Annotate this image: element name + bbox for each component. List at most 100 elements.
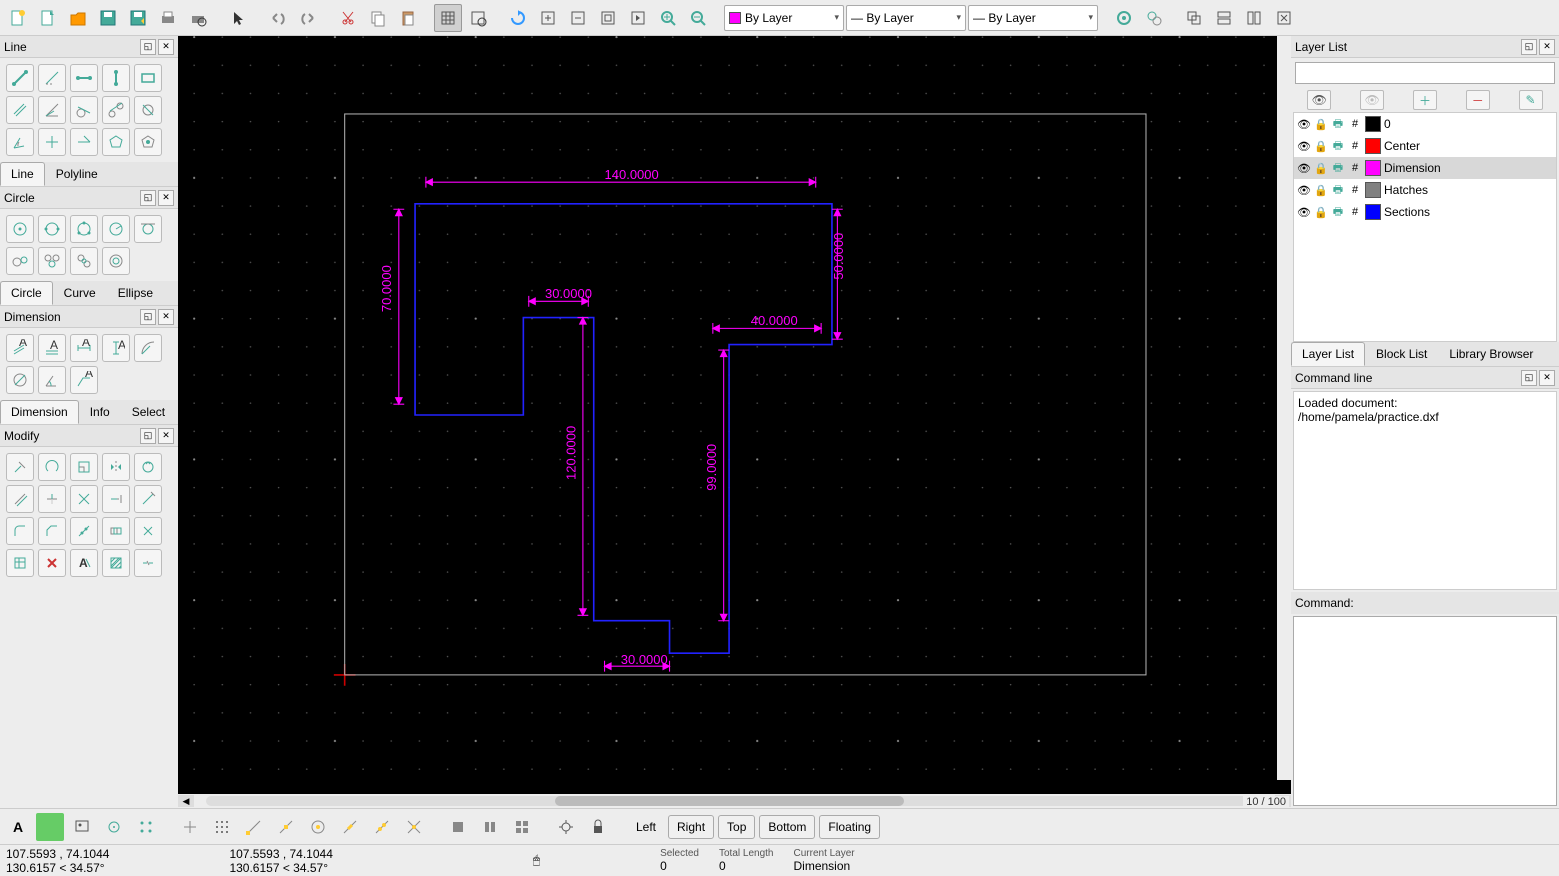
circle-tan2-button[interactable] — [6, 247, 34, 275]
panel-close-button[interactable]: ✕ — [158, 309, 174, 325]
construction-icon[interactable]: # — [1348, 139, 1362, 153]
layer-row-center[interactable]: 👁 🔒 🖶 # Center — [1294, 135, 1556, 157]
panel-close-button[interactable]: ✕ — [158, 190, 174, 206]
line-tangent-button[interactable] — [70, 96, 98, 124]
layer-add-button[interactable]: ＋ — [1413, 90, 1437, 110]
dim-vert-button[interactable]: A — [102, 334, 130, 362]
modify-offset-button[interactable] — [6, 485, 34, 513]
scroll-left-button[interactable]: ◀ — [178, 795, 194, 807]
modify-explode-button[interactable] — [134, 517, 162, 545]
panel-float-button[interactable]: ◱ — [1521, 370, 1537, 386]
construction-icon[interactable]: # — [1348, 183, 1362, 197]
zoom-previous-button[interactable] — [624, 4, 652, 32]
panel-float-button[interactable]: ◱ — [140, 428, 156, 444]
grid-toggle-button[interactable] — [434, 4, 462, 32]
line-polygon-button[interactable] — [102, 128, 130, 156]
redo-button[interactable] — [294, 4, 322, 32]
tab-block-list[interactable]: Block List — [1365, 342, 1438, 366]
modify-extend-button[interactable] — [102, 485, 130, 513]
dim-horiz-button[interactable]: A — [70, 334, 98, 362]
cut-button[interactable] — [334, 4, 362, 32]
copy-button[interactable] — [364, 4, 392, 32]
modify-lengthen-button[interactable] — [134, 485, 162, 513]
circle-radius-button[interactable] — [102, 215, 130, 243]
point-tool-button[interactable] — [100, 813, 128, 841]
panel-close-button[interactable]: ✕ — [158, 39, 174, 55]
image-tool-button[interactable] — [68, 813, 96, 841]
modify-delete-button[interactable] — [38, 549, 66, 577]
tab-library-browser[interactable]: Library Browser — [1438, 342, 1544, 366]
print-icon[interactable]: 🖶 — [1331, 139, 1345, 153]
dock-left-button[interactable]: Left — [628, 816, 664, 838]
command-input[interactable] — [1293, 616, 1557, 807]
circle-3pt-button[interactable] — [70, 215, 98, 243]
snap-dist-button[interactable] — [368, 813, 396, 841]
layer-edit-button[interactable]: ✎ — [1519, 90, 1543, 110]
line-horiz-button[interactable] — [70, 64, 98, 92]
modify-moverotate-button[interactable] — [134, 453, 162, 481]
layer-remove-button[interactable]: － — [1466, 90, 1490, 110]
zoom-auto-button[interactable] — [594, 4, 622, 32]
lock-icon[interactable]: 🔒 — [1314, 161, 1328, 175]
print-icon[interactable]: 🖶 — [1331, 161, 1345, 175]
dim-radial-button[interactable] — [134, 334, 162, 362]
line-rect-button[interactable] — [134, 64, 162, 92]
line-parallel-button[interactable] — [6, 96, 34, 124]
linetype-combo[interactable]: — By Layer ▾ — [968, 5, 1098, 31]
modify-text-button[interactable]: A — [70, 549, 98, 577]
lock-relative-button[interactable] — [584, 813, 612, 841]
line-ortho-button[interactable] — [134, 96, 162, 124]
panel-float-button[interactable]: ◱ — [1521, 39, 1537, 55]
layer-row-0[interactable]: 👁 🔒 🖶 # 0 — [1294, 113, 1556, 135]
tab-line[interactable]: Line — [0, 162, 45, 186]
print-button[interactable] — [154, 4, 182, 32]
window-tile-v-button[interactable] — [1240, 4, 1268, 32]
dock-floating-button[interactable]: Floating — [819, 815, 880, 839]
modify-divide-button[interactable] — [70, 517, 98, 545]
snap-on-entity-button[interactable] — [272, 813, 300, 841]
color-combo[interactable]: By Layer ▾ — [724, 5, 844, 31]
window-tile-h-button[interactable] — [1210, 4, 1238, 32]
layer-hide-all-button[interactable]: 👁 — [1360, 90, 1384, 110]
save-as-button[interactable] — [124, 4, 152, 32]
dock-bottom-button[interactable]: Bottom — [759, 815, 815, 839]
zoom-pan-button[interactable] — [684, 4, 712, 32]
save-button[interactable] — [94, 4, 122, 32]
tab-dimension[interactable]: Dimension — [0, 400, 79, 424]
draft-mode-button[interactable] — [464, 4, 492, 32]
dock-top-button[interactable]: Top — [718, 815, 755, 839]
print-icon[interactable]: 🖶 — [1331, 205, 1345, 219]
points-tool-button[interactable] — [132, 813, 160, 841]
dim-angular-button[interactable] — [38, 366, 66, 394]
drawing-canvas[interactable]: 140.0000 70.0000 50.0000 30.0000 40.0000… — [178, 36, 1291, 794]
layer-row-dimension[interactable]: 👁 🔒 🖶 # Dimension — [1294, 157, 1556, 179]
paste-button[interactable] — [394, 4, 422, 32]
lock-icon[interactable]: 🔒 — [1314, 183, 1328, 197]
vertical-scrollbar[interactable] — [1277, 36, 1291, 780]
circle-2pt-button[interactable] — [38, 215, 66, 243]
snap-endpoint-button[interactable] — [240, 813, 268, 841]
modify-trim2-button[interactable] — [70, 485, 98, 513]
construction-icon[interactable]: # — [1348, 205, 1362, 219]
linewidth-combo[interactable]: — By Layer ▾ — [846, 5, 966, 31]
restrict-horiz-button[interactable] — [508, 813, 536, 841]
dim-linear-button[interactable]: A — [38, 334, 66, 362]
modify-stretch-button[interactable] — [102, 517, 130, 545]
tab-polyline[interactable]: Polyline — [45, 162, 109, 186]
undo-button[interactable] — [264, 4, 292, 32]
line-perp-button[interactable] — [70, 128, 98, 156]
modify-scale-button[interactable] — [70, 453, 98, 481]
print-preview-button[interactable] — [184, 4, 212, 32]
snap-center-button[interactable] — [304, 813, 332, 841]
line-2pt-button[interactable] — [6, 64, 34, 92]
print-icon[interactable]: 🖶 — [1331, 117, 1345, 131]
modify-chamfer-button[interactable] — [38, 517, 66, 545]
dim-aligned-button[interactable]: A — [6, 334, 34, 362]
modify-rotate-button[interactable] — [38, 453, 66, 481]
circle-concentric-button[interactable] — [102, 247, 130, 275]
panel-close-button[interactable]: ✕ — [1539, 370, 1555, 386]
dim-diametric-button[interactable] — [6, 366, 34, 394]
tab-layer-list[interactable]: Layer List — [1291, 342, 1365, 366]
zoom-in-button[interactable] — [534, 4, 562, 32]
eye-icon[interactable]: 👁 — [1297, 205, 1311, 219]
